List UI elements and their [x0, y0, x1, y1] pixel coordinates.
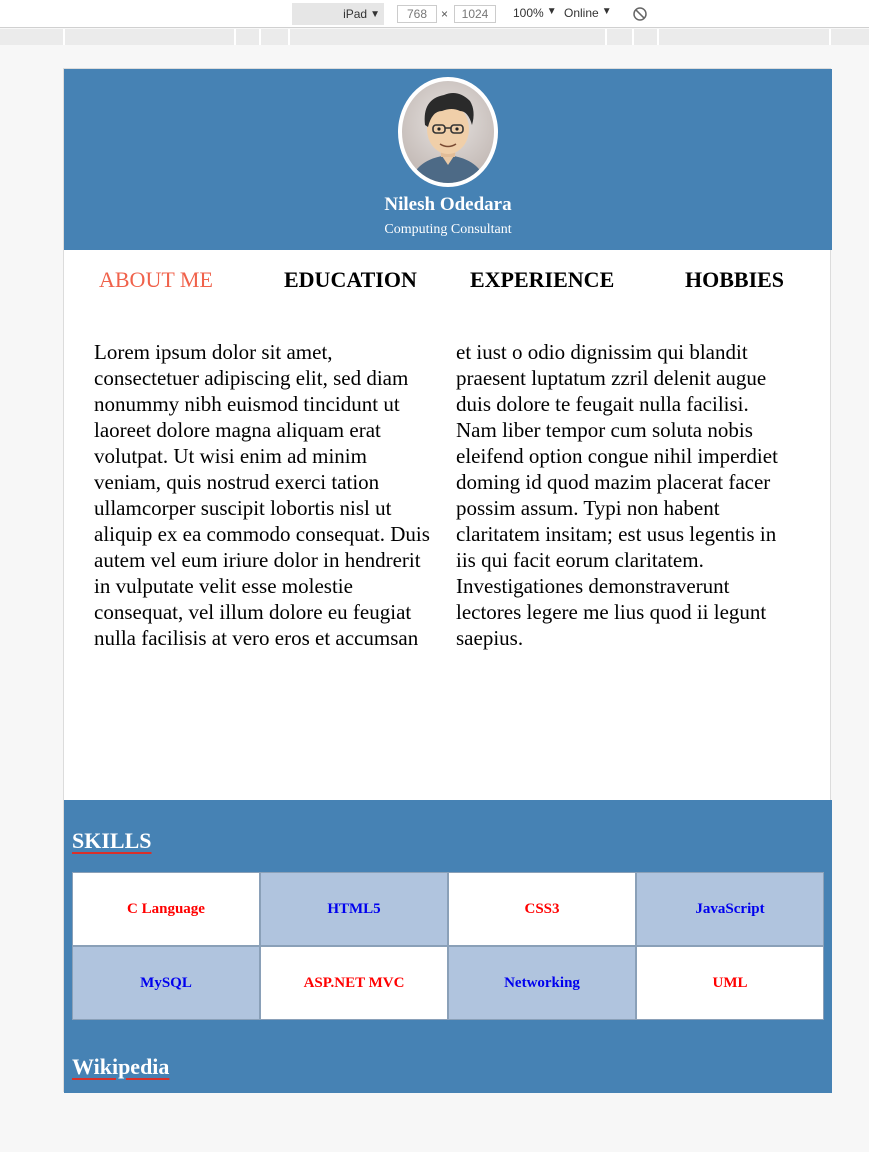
nav-about-me[interactable]: ABOUT ME [99, 267, 213, 293]
media-query-ruler [0, 29, 869, 45]
skill-cell: ASP.NET MVC [260, 946, 448, 1020]
ruler-mark [63, 29, 65, 45]
wikipedia-heading[interactable]: Wikipedia [72, 1054, 169, 1080]
page-viewport: Nilesh Odedara Computing Consultant ABOU… [63, 68, 832, 1093]
width-input[interactable]: 768 [397, 5, 437, 23]
zoom-select[interactable]: 100% ▼ [513, 6, 557, 20]
ruler-mark [829, 29, 831, 45]
device-toolbar: iPad ▼ 768 × 1024 100% ▼ Online ▼ [0, 0, 869, 28]
ruler-mark [657, 29, 659, 45]
skill-cell: JavaScript [636, 872, 824, 946]
ruler-mark [632, 29, 634, 45]
avatar-face-icon [410, 93, 486, 183]
nav-experience[interactable]: EXPERIENCE [470, 267, 614, 293]
profile-header: Nilesh Odedara Computing Consultant [64, 69, 832, 250]
dropdown-caret-icon: ▼ [370, 8, 380, 20]
avatar [398, 77, 498, 187]
skills-grid: C Language HTML5 CSS3 JavaScript MySQL A… [72, 872, 824, 1020]
ruler-mark [234, 29, 236, 45]
skill-cell: Networking [448, 946, 636, 1020]
skill-cell: MySQL [72, 946, 260, 1020]
skills-heading[interactable]: SKILLS [72, 828, 152, 854]
nav-hobbies[interactable]: HOBBIES [685, 267, 784, 293]
skill-cell: C Language [72, 872, 260, 946]
skill-cell: HTML5 [260, 872, 448, 946]
rotate-icon[interactable] [631, 5, 649, 23]
dropdown-caret-icon: ▼ [601, 6, 612, 17]
section-nav: ABOUT ME EDUCATION EXPERIENCE HOBBIES [64, 267, 832, 299]
ruler-mark [288, 29, 290, 45]
profile-role: Computing Consultant [384, 222, 512, 237]
ruler-mark [259, 29, 261, 45]
about-text: Lorem ipsum dolor sit amet, consectetuer… [94, 340, 778, 650]
ruler-mark [605, 29, 607, 45]
network-throttle-select[interactable]: Online ▼ [564, 6, 612, 20]
height-input[interactable]: 1024 [454, 5, 496, 23]
dimension-separator: × [441, 7, 449, 21]
device-select[interactable]: iPad ▼ [292, 3, 384, 25]
zoom-label: 100% [513, 6, 544, 20]
skill-cell: UML [636, 946, 824, 1020]
network-label: Online [564, 6, 599, 20]
nav-education[interactable]: EDUCATION [284, 267, 417, 293]
skill-cell: CSS3 [448, 872, 636, 946]
profile-name: Nilesh Odedara [384, 194, 512, 215]
device-label: iPad [343, 7, 368, 21]
skills-section: SKILLS C Language HTML5 CSS3 JavaScript … [64, 800, 832, 1093]
dropdown-caret-icon: ▼ [546, 6, 557, 17]
